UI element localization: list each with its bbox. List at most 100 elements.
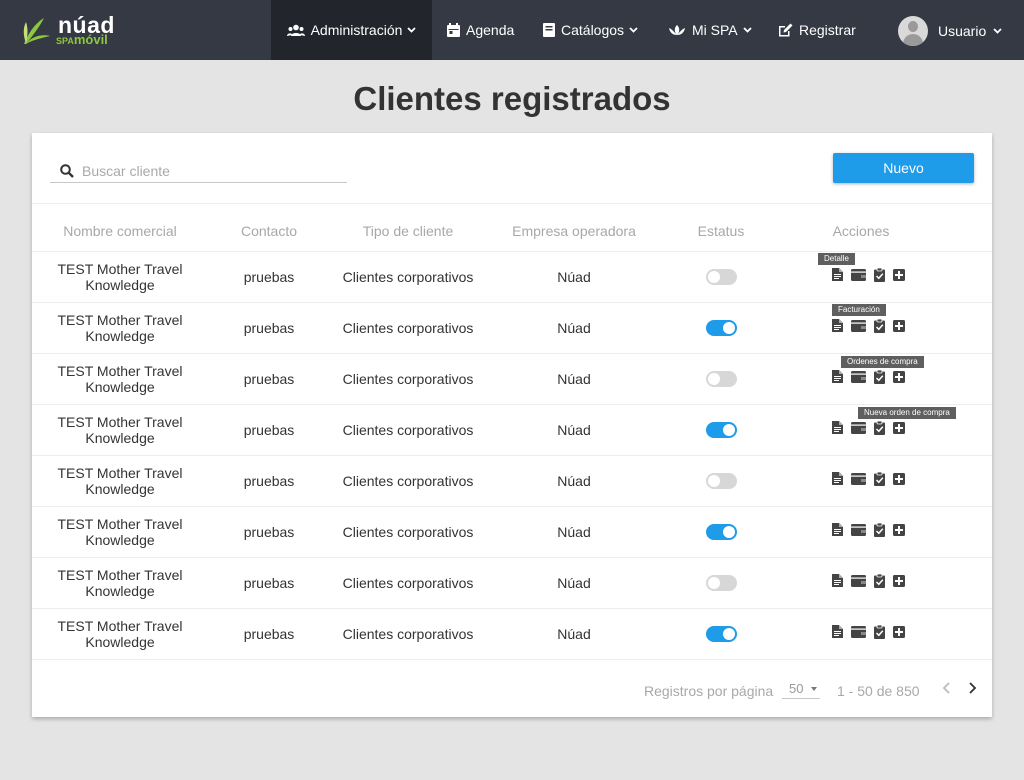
header-contacto: Contacto	[240, 223, 298, 239]
status-toggle[interactable]	[705, 371, 737, 387]
cell-contacto: pruebas	[243, 524, 295, 540]
document-icon[interactable]	[832, 472, 843, 490]
nuad-logo[interactable]: núad SPAmóvil	[18, 12, 128, 50]
cell-nombre: TEST Mother Travel Knowledge	[57, 465, 183, 497]
plus-square-icon[interactable]	[893, 472, 905, 490]
header-nombre: Nombre comercial	[63, 223, 177, 239]
tooltip-nueva-orden: Nueva orden de compra	[858, 407, 956, 419]
status-toggle[interactable]	[705, 473, 737, 489]
table-row: TEST Mother Travel Knowledge pruebas Clien…	[32, 558, 992, 609]
status-toggle[interactable]	[705, 626, 737, 642]
clipboard-check-icon[interactable]	[874, 471, 885, 491]
divider	[32, 203, 992, 204]
chevron-left-icon[interactable]	[942, 682, 952, 694]
clipboard-check-icon[interactable]	[874, 522, 885, 542]
clipboard-check-icon[interactable]	[874, 369, 885, 389]
wallet-icon[interactable]	[851, 523, 866, 541]
clipboard-check-icon[interactable]	[874, 624, 885, 644]
header-estatus: Estatus	[697, 223, 745, 239]
row-actions	[832, 609, 913, 659]
users-icon	[286, 24, 305, 36]
wallet-icon[interactable]	[851, 370, 866, 388]
cell-tipo: Clientes corporativos	[342, 524, 474, 540]
cell-empresa: Núad	[557, 422, 591, 438]
cell-contacto: pruebas	[243, 269, 295, 285]
clipboard-check-icon[interactable]	[874, 267, 885, 287]
document-icon[interactable]	[832, 370, 843, 388]
document-icon[interactable]	[832, 268, 843, 286]
nav-agenda-label: Agenda	[466, 22, 515, 38]
wallet-icon[interactable]	[851, 625, 866, 643]
row-actions	[832, 558, 913, 608]
document-icon[interactable]	[832, 523, 843, 541]
toggle-knob	[722, 526, 735, 538]
tooltip-ordenes: Ordenes de compra	[841, 356, 924, 368]
plus-square-icon[interactable]	[893, 574, 905, 592]
cell-empresa: Núad	[557, 473, 591, 489]
cell-empresa: Núad	[557, 626, 591, 642]
wallet-icon[interactable]	[851, 472, 866, 490]
nav-administracion-label: Administración	[310, 22, 403, 38]
status-toggle[interactable]	[705, 524, 737, 540]
nav-agenda[interactable]: Agenda	[447, 0, 514, 60]
header-empresa: Empresa operadora	[512, 223, 636, 239]
nav-mi-spa[interactable]: Mi SPA	[668, 0, 752, 60]
cell-empresa: Núad	[557, 320, 591, 336]
cell-estatus	[671, 303, 771, 353]
nav-registrar[interactable]: Registrar	[778, 0, 856, 60]
chevron-right-icon[interactable]	[967, 682, 977, 694]
document-icon[interactable]	[832, 319, 843, 337]
lotus-icon	[669, 24, 685, 35]
chevron-down-icon	[993, 28, 1002, 34]
plus-square-icon[interactable]	[893, 268, 905, 286]
rows-per-page-select[interactable]: 50	[782, 679, 820, 699]
user-menu[interactable]: Usuario	[898, 15, 1002, 47]
status-toggle[interactable]	[705, 575, 737, 591]
brand-sub: SPAmóvil	[56, 32, 108, 47]
wallet-icon[interactable]	[851, 574, 866, 592]
wallet-icon[interactable]	[851, 268, 866, 286]
calendar-icon	[447, 23, 460, 37]
search-input[interactable]	[82, 162, 322, 179]
plus-square-icon[interactable]	[893, 523, 905, 541]
plus-square-icon[interactable]	[893, 625, 905, 643]
cell-empresa: Núad	[557, 524, 591, 540]
cell-nombre: TEST Mother Travel Knowledge	[57, 363, 183, 395]
nav-catalogos[interactable]: Catálogos	[543, 0, 638, 60]
toggle-knob	[707, 373, 720, 385]
nav-catalogos-label: Catálogos	[561, 22, 625, 38]
status-toggle[interactable]	[705, 422, 737, 438]
nav-administracion[interactable]: Administración	[271, 0, 432, 60]
wallet-icon[interactable]	[851, 319, 866, 337]
new-client-button[interactable]: Nuevo	[833, 153, 974, 183]
cell-estatus	[671, 456, 771, 506]
rows-per-page-label: Registros por página	[644, 683, 774, 699]
plus-square-icon[interactable]	[893, 319, 905, 337]
document-icon[interactable]	[832, 574, 843, 592]
chevron-down-icon	[743, 27, 752, 33]
clipboard-check-icon[interactable]	[874, 318, 885, 338]
wallet-icon[interactable]	[851, 421, 866, 439]
plus-square-icon[interactable]	[893, 370, 905, 388]
status-toggle[interactable]	[705, 320, 737, 336]
chevron-down-icon	[629, 27, 638, 33]
clipboard-check-icon[interactable]	[874, 573, 885, 593]
cell-contacto: pruebas	[243, 575, 295, 591]
cell-tipo: Clientes corporativos	[342, 626, 474, 642]
pagination: Registros por página 50 1 - 50 de 850	[32, 673, 992, 709]
document-icon[interactable]	[832, 625, 843, 643]
plus-square-icon[interactable]	[893, 421, 905, 439]
page-title: Clientes registrados	[353, 80, 671, 117]
clipboard-check-icon[interactable]	[874, 420, 885, 440]
toggle-knob	[707, 577, 720, 589]
search-icon	[60, 163, 74, 178]
cell-empresa: Núad	[557, 269, 591, 285]
cell-empresa: Núad	[557, 575, 591, 591]
chevron-down-icon	[407, 27, 417, 33]
document-icon[interactable]	[832, 421, 843, 439]
table-row: TEST Mother Travel Knowledge pruebas Clien…	[32, 507, 992, 558]
cell-nombre: TEST Mother Travel Knowledge	[57, 567, 183, 599]
cell-nombre: TEST Mother Travel Knowledge	[57, 618, 183, 650]
status-toggle[interactable]	[705, 269, 737, 285]
pagination-range: 1 - 50 de 850	[837, 683, 920, 699]
